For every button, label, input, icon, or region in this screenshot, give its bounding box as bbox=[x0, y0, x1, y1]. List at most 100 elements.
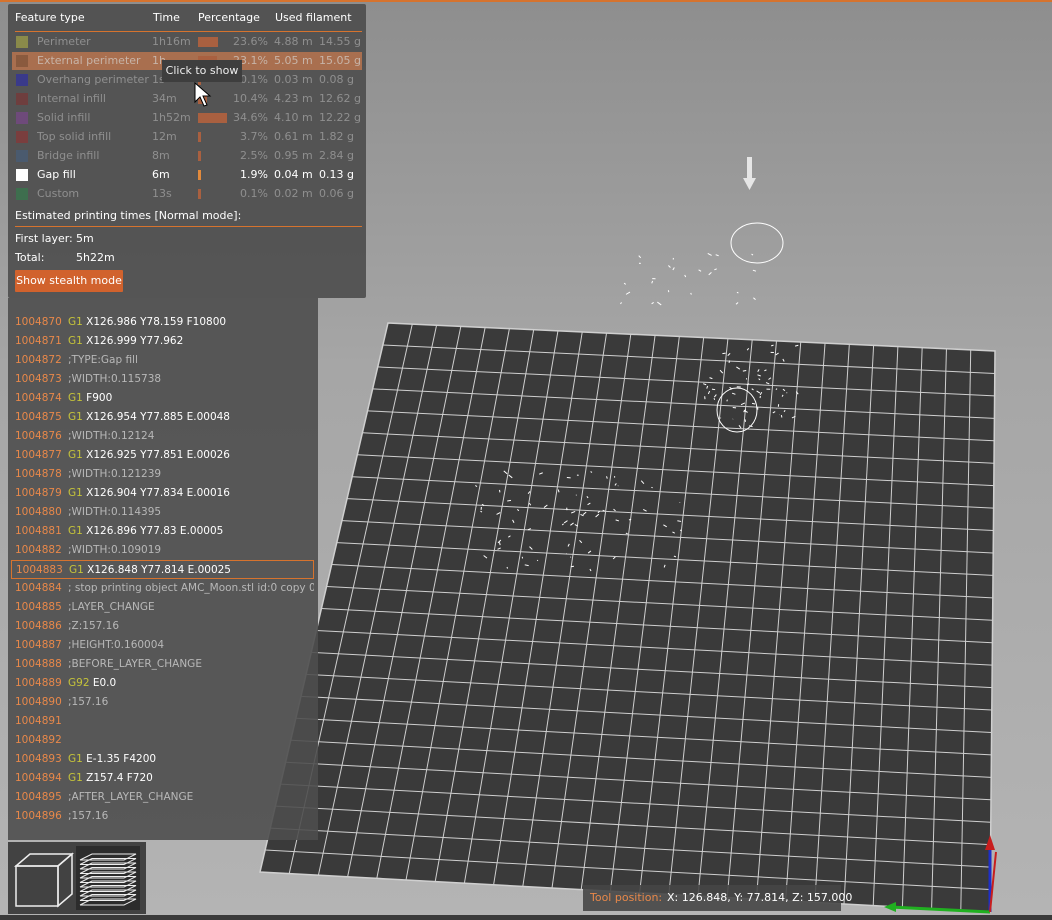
gcode-arguments: X126.986 Y78.159 F10800 bbox=[86, 316, 227, 328]
legend-row[interactable]: Internal infill 34m 10.4% 4.23 m 12.62 g bbox=[12, 90, 362, 108]
gcode-comment: ;157.16 bbox=[68, 810, 109, 822]
legend-row[interactable]: Bridge infill 8m 2.5% 0.95 m 2.84 g bbox=[12, 147, 362, 165]
gcode-line[interactable]: 1004871 G1 X126.999 Y77.962 bbox=[11, 332, 314, 351]
gcode-line[interactable]: 1004870 G1 X126.986 Y78.159 F10800 bbox=[11, 313, 314, 332]
feature-weight: 0.08 g bbox=[319, 73, 354, 86]
feature-length: 5.05 m bbox=[274, 54, 313, 67]
gcode-line-text: ;TYPE:Gap fill bbox=[68, 351, 138, 370]
gcode-line-text: ;157.16 bbox=[68, 693, 108, 712]
feature-percentage-bar bbox=[198, 113, 227, 123]
gcode-line[interactable]: 1004895 ;AFTER_LAYER_CHANGE bbox=[11, 788, 314, 807]
gcode-line[interactable]: 1004879 G1 X126.904 Y77.834 E.00016 bbox=[11, 484, 314, 503]
gcode-comment: ;AFTER_LAYER_CHANGE bbox=[68, 791, 194, 803]
gcode-line-number: 1004881 bbox=[15, 525, 62, 537]
gcode-line[interactable]: 1004876 ;WIDTH:0.12124 bbox=[11, 427, 314, 446]
gcode-line[interactable]: 1004875 G1 X126.954 Y77.885 E.00048 bbox=[11, 408, 314, 427]
feature-percentage: 34.6% bbox=[233, 111, 268, 124]
feature-length: 0.95 m bbox=[274, 149, 313, 162]
gcode-line-text: ;HEIGHT:0.160004 bbox=[68, 636, 164, 655]
total-value: 5h22m bbox=[76, 251, 115, 264]
feature-time: 1h52m bbox=[152, 111, 191, 124]
feature-time: 1h16m bbox=[152, 35, 191, 48]
gcode-viewer[interactable]: 1004870 G1 X126.986 Y78.159 F10800 1004871… bbox=[8, 298, 318, 840]
gcode-line-number: 1004896 bbox=[15, 810, 62, 822]
gcode-line-current[interactable]: 1004883 G1 X126.848 Y77.814 E.00025 bbox=[11, 560, 314, 579]
gcode-line[interactable]: 1004878 ;WIDTH:0.121239 bbox=[11, 465, 314, 484]
gcode-line-number: 1004878 bbox=[15, 468, 62, 480]
gcode-command: G1 bbox=[68, 335, 83, 347]
gcode-line-text: G1 Z157.4 F720 bbox=[68, 769, 153, 788]
gcode-line-text: ;Z:157.16 bbox=[68, 617, 119, 636]
legend-row[interactable]: Top solid infill 12m 3.7% 0.61 m 1.82 g bbox=[12, 128, 362, 146]
gcode-line[interactable]: 1004877 G1 X126.925 Y77.851 E.00026 bbox=[11, 446, 314, 465]
legend-row[interactable]: Perimeter 1h16m 23.6% 4.88 m 14.55 g bbox=[12, 33, 362, 51]
legend-row[interactable]: Solid infill 1h52m 34.6% 4.10 m 12.22 g bbox=[12, 109, 362, 127]
gcode-line[interactable]: 1004873 ;WIDTH:0.115738 bbox=[11, 370, 314, 389]
estimated-times-title: Estimated printing times [Normal mode]: bbox=[15, 209, 242, 222]
feature-time: 8m bbox=[152, 149, 170, 162]
gcode-line-text: G1 F900 bbox=[68, 389, 112, 408]
gcode-arguments: X126.848 Y77.814 E.00025 bbox=[87, 564, 231, 576]
gcode-line-number: 1004893 bbox=[15, 753, 62, 765]
gcode-line-text: ;LAYER_CHANGE bbox=[68, 598, 155, 617]
feature-percentage: 2.5% bbox=[240, 149, 268, 162]
gcode-line[interactable]: 1004889 G92 E0.0 bbox=[11, 674, 314, 693]
gcode-line[interactable]: 1004894 G1 Z157.4 F720 bbox=[11, 769, 314, 788]
gcode-command: G1 bbox=[68, 449, 83, 461]
gcode-line-number: 1004895 bbox=[15, 791, 62, 803]
3d-view-button[interactable] bbox=[10, 846, 75, 910]
gcode-line-number: 1004887 bbox=[15, 639, 62, 651]
gcode-line[interactable]: 1004884 ; stop printing object AMC_Moon.s… bbox=[11, 579, 314, 598]
feature-percentage: 10.4% bbox=[233, 92, 268, 105]
gcode-line-number: 1004880 bbox=[15, 506, 62, 518]
feature-name: Top solid infill bbox=[37, 130, 112, 143]
show-stealth-mode-button[interactable]: Show stealth mode bbox=[15, 270, 123, 292]
gcode-line-number: 1004874 bbox=[15, 392, 62, 404]
feature-color-swatch bbox=[16, 169, 28, 181]
gcode-line[interactable]: 1004888 ;BEFORE_LAYER_CHANGE bbox=[11, 655, 314, 674]
legend-row[interactable]: Custom 13s 0.1% 0.02 m 0.06 g bbox=[12, 185, 362, 203]
gcode-line-text: ;157.16 bbox=[68, 807, 108, 826]
gcode-comment: ;WIDTH:0.121239 bbox=[68, 468, 162, 480]
feature-weight: 2.84 g bbox=[319, 149, 354, 162]
feature-percentage-bar bbox=[198, 151, 201, 161]
gcode-line-number: 1004883 bbox=[16, 564, 63, 576]
gcode-line[interactable]: 1004874 G1 F900 bbox=[11, 389, 314, 408]
gcode-command: G1 bbox=[68, 392, 83, 404]
gcode-line-text: ; stop printing object AMC_Moon.stl id:0… bbox=[68, 579, 314, 598]
feature-name: Solid infill bbox=[37, 111, 91, 124]
gcode-line[interactable]: 1004896 ;157.16 bbox=[11, 807, 314, 826]
gcode-arguments: X126.896 Y77.83 E.00005 bbox=[86, 525, 224, 537]
layers-view-button[interactable] bbox=[76, 846, 140, 910]
first-layer-value: 5m bbox=[76, 232, 94, 245]
gcode-line[interactable]: 1004891 bbox=[11, 712, 314, 731]
gcode-line[interactable]: 1004887 ;HEIGHT:0.160004 bbox=[11, 636, 314, 655]
feature-time: 6m bbox=[152, 168, 170, 181]
gcode-line[interactable]: 1004885 ;LAYER_CHANGE bbox=[11, 598, 314, 617]
gcode-line[interactable]: 1004892 bbox=[11, 731, 314, 750]
gcode-comment: ;HEIGHT:0.160004 bbox=[68, 639, 165, 651]
gcode-line-number: 1004871 bbox=[15, 335, 62, 347]
feature-percentage-bar bbox=[198, 132, 201, 142]
feature-length: 4.88 m bbox=[274, 35, 313, 48]
gcode-line-number: 1004890 bbox=[15, 696, 62, 708]
header-time: Time bbox=[153, 11, 180, 24]
layers-view-icon bbox=[79, 853, 137, 906]
gcode-line[interactable]: 1004886 ;Z:157.16 bbox=[11, 617, 314, 636]
gcode-line-text: G1 X126.999 Y77.962 bbox=[68, 332, 183, 351]
cube-view-icon bbox=[13, 852, 75, 908]
gcode-line[interactable]: 1004880 ;WIDTH:0.114395 bbox=[11, 503, 314, 522]
gcode-line-text: ;WIDTH:0.115738 bbox=[68, 370, 161, 389]
first-layer-label: First layer: bbox=[15, 232, 73, 245]
gcode-comment: ;WIDTH:0.115738 bbox=[68, 373, 162, 385]
gcode-line[interactable]: 1004882 ;WIDTH:0.109019 bbox=[11, 541, 314, 560]
gcode-line-number: 1004872 bbox=[15, 354, 62, 366]
feature-length: 0.61 m bbox=[274, 130, 313, 143]
legend-row[interactable]: Gap fill 6m 1.9% 0.04 m 0.13 g bbox=[12, 166, 362, 184]
gcode-line-number: 1004873 bbox=[15, 373, 62, 385]
gcode-line[interactable]: 1004893 G1 E-1.35 F4200 bbox=[11, 750, 314, 769]
gcode-line[interactable]: 1004872 ;TYPE:Gap fill bbox=[11, 351, 314, 370]
gcode-line[interactable]: 1004890 ;157.16 bbox=[11, 693, 314, 712]
total-label: Total: bbox=[15, 251, 45, 264]
gcode-line[interactable]: 1004881 G1 X126.896 Y77.83 E.00005 bbox=[11, 522, 314, 541]
